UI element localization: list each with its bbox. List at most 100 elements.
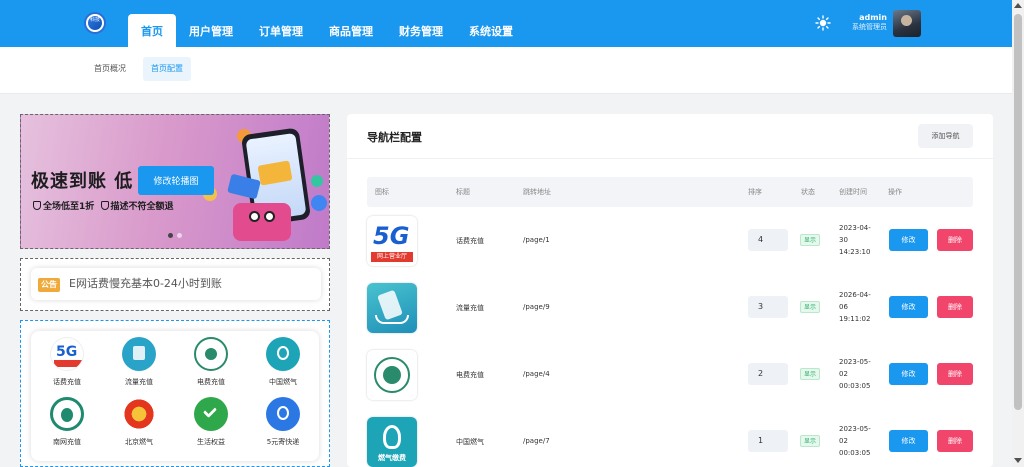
nav-tab-finance[interactable]: 财务管理	[386, 14, 456, 47]
table-row: 5G 网上营业厅 话费充值 /page/1 4 显示 2023-04-30 14:…	[367, 207, 973, 274]
nav-tab-users[interactable]: 用户管理	[176, 14, 246, 47]
carousel-dot[interactable]	[177, 233, 182, 238]
table-header: 图标 标题 跳转地址 排序 状态 创建时间 操作	[367, 177, 973, 207]
created-time: 2023-04-30 14:23:10	[839, 224, 871, 256]
row-title: 中国燃气	[456, 438, 484, 446]
grid-item[interactable]: 中国燃气	[265, 337, 301, 387]
sort-input[interactable]: 2	[748, 363, 788, 385]
col-link: 跳转地址	[523, 188, 551, 196]
southern-grid-icon	[50, 397, 84, 431]
table-row: 燃气缴费 中国燃气 /page/7 1 显示 2023-05-02 00:03:0…	[367, 408, 973, 467]
notice-preview: 公告 E网话费慢充基本0-24小时到账	[20, 258, 330, 311]
shield-icon	[33, 201, 41, 210]
icon-grid: 5G 话费充值 流量充值 电费充值 中国燃气 南网充值 北京燃气 生活权益 5元…	[31, 331, 319, 461]
created-time: 2023-05-02 00:03:05	[839, 425, 871, 457]
row-title: 流量充值	[456, 304, 484, 312]
scroll-thumb[interactable]	[1014, 14, 1022, 410]
5g-icon: 5G 网上营业厅	[367, 216, 417, 266]
status-badge: 显示	[800, 234, 821, 246]
notice-text: E网话费慢充基本0-24小时到账	[69, 277, 222, 290]
sort-input[interactable]: 4	[748, 229, 788, 251]
sort-input[interactable]: 1	[748, 430, 788, 452]
state-grid-icon	[194, 337, 228, 371]
page-scrollbar[interactable]	[1012, 0, 1024, 467]
col-status: 状态	[801, 188, 815, 196]
row-title: 电费充值	[456, 371, 484, 379]
status-badge: 显示	[800, 301, 821, 313]
grid-item[interactable]: 电费充值	[193, 337, 229, 387]
decor-coin	[311, 195, 327, 211]
carousel-dot[interactable]	[168, 233, 173, 238]
gas-icon: 燃气缴费	[367, 417, 417, 467]
banner-preview: 极速到账 低 全场低至1折 描述不符全额退 修改轮播图	[20, 114, 330, 249]
subnav-overview[interactable]: 首页概况	[86, 57, 134, 81]
col-icon: 图标	[375, 188, 389, 196]
created-time: 2026-04-06 19:11:02	[839, 291, 871, 323]
row-link: /page/7	[523, 437, 550, 445]
grid-item[interactable]: 5元寄快递	[265, 397, 301, 447]
nav-tab-home[interactable]: 首页	[128, 14, 176, 47]
banner-title: 极速到账 低	[31, 171, 134, 192]
shield-icon	[100, 201, 109, 210]
edit-button[interactable]: 修改	[889, 229, 928, 251]
panel-title: 导航栏配置	[367, 131, 422, 144]
grid-item[interactable]: 5G 话费充值	[49, 337, 85, 387]
top-navigation-bar: 科技 首页 用户管理 订单管理 商品管理 财务管理 系统设置 admin 系统管…	[0, 0, 1012, 47]
user-role: 系统管理员	[852, 23, 887, 31]
edit-button[interactable]: 修改	[889, 363, 928, 385]
scroll-up-arrow-icon[interactable]	[1014, 3, 1022, 8]
table-row: 流量充值 /page/9 3 显示 2026-04-06 19:11:02 修改 …	[367, 274, 973, 341]
delete-button[interactable]: 删除	[937, 229, 973, 251]
user-avatar[interactable]	[893, 10, 921, 37]
edit-button[interactable]: 修改	[889, 430, 928, 452]
status-badge: 显示	[800, 368, 821, 380]
edit-button[interactable]: 修改	[889, 296, 928, 318]
row-title: 话费充值	[456, 237, 484, 245]
mascot-eye	[264, 211, 275, 222]
beijing-gas-icon	[122, 397, 156, 431]
delete-button[interactable]: 删除	[937, 363, 973, 385]
row-link: /page/9	[523, 303, 550, 311]
nav-tab-products[interactable]: 商品管理	[316, 14, 386, 47]
banner-subtitle: 全场低至1折 描述不符全额退	[33, 199, 174, 212]
nav-tab-orders[interactable]: 订单管理	[246, 14, 316, 47]
express-icon	[266, 397, 300, 431]
notice-bar[interactable]: 公告 E网话费慢充基本0-24小时到账	[31, 268, 321, 300]
grid-item[interactable]: 南网充值	[49, 397, 85, 447]
col-sort: 排序	[748, 188, 762, 196]
delete-button[interactable]: 删除	[937, 430, 973, 452]
data-flow-icon	[122, 337, 156, 371]
table-row: 电费充值 /page/4 2 显示 2023-05-02 00:03:05 修改 …	[367, 341, 973, 408]
grid-item[interactable]: 北京燃气	[121, 397, 157, 447]
scroll-down-arrow-icon[interactable]	[1014, 458, 1022, 463]
life-benefits-icon	[194, 397, 228, 431]
5g-icon: 5G	[50, 337, 84, 371]
icon-grid-preview: 5G 话费充值 流量充值 电费充值 中国燃气 南网充值 北京燃气 生活权益 5元…	[20, 320, 330, 467]
data-flow-icon	[367, 283, 417, 333]
subnav-config[interactable]: 首页配置	[143, 57, 191, 81]
row-link: /page/4	[523, 370, 550, 378]
carousel-dots	[168, 233, 182, 238]
app-logo[interactable]: 科技	[84, 12, 106, 34]
notice-tag: 公告	[38, 278, 60, 292]
state-grid-icon	[367, 350, 417, 400]
created-time: 2023-05-02 00:03:05	[839, 358, 871, 390]
divider	[347, 158, 993, 159]
grid-item[interactable]: 生活权益	[193, 397, 229, 447]
grid-item[interactable]: 流量充值	[121, 337, 157, 387]
col-title: 标题	[456, 188, 470, 196]
nav-config-panel: 导航栏配置 添加导航 图标 标题 跳转地址 排序 状态 创建时间 操作 5G 网…	[347, 114, 993, 467]
sun-icon[interactable]	[815, 15, 831, 31]
delete-button[interactable]: 删除	[937, 296, 973, 318]
edit-banner-button[interactable]: 修改轮播图	[138, 166, 214, 195]
sort-input[interactable]: 3	[748, 296, 788, 318]
status-badge: 显示	[800, 435, 821, 447]
add-nav-button[interactable]: 添加导航	[918, 124, 973, 148]
decor-coin	[311, 175, 323, 187]
gift-box-illustration	[233, 203, 291, 241]
gas-icon	[266, 337, 300, 371]
nav-tab-settings[interactable]: 系统设置	[456, 14, 526, 47]
sub-navigation: 首页概况 首页配置	[0, 47, 1012, 94]
row-link: /page/1	[523, 236, 550, 244]
col-actions: 操作	[888, 188, 902, 196]
